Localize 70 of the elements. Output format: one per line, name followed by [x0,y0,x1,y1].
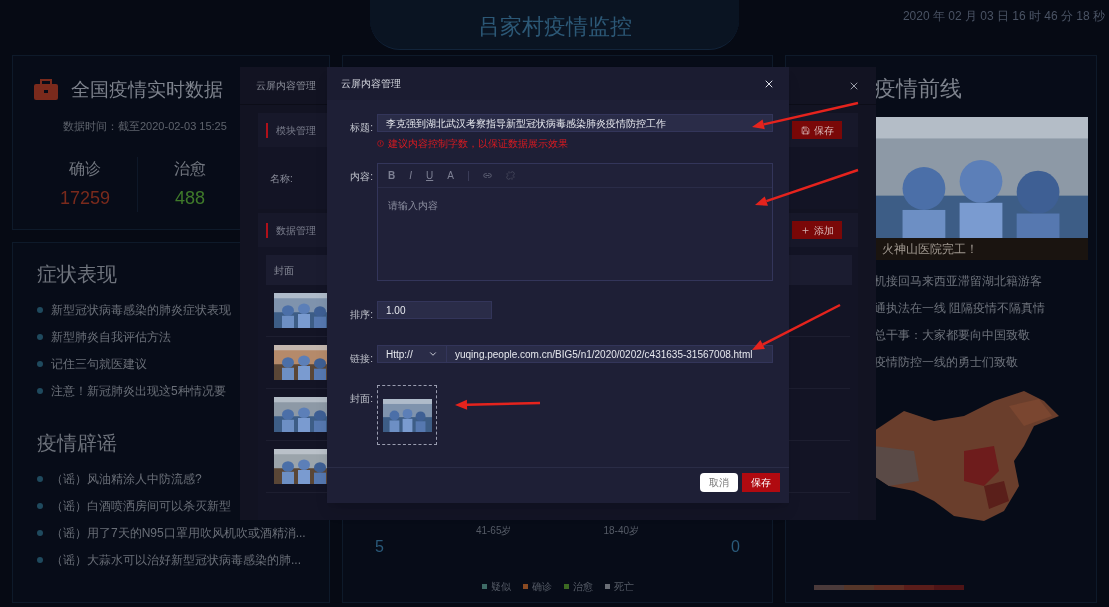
format-button[interactable]: I [409,168,412,183]
rumor-link[interactable]: （谣）大蒜水可以治好新型冠状病毒感染的肺... [51,551,301,569]
section-title: 疫情辟谣 [37,432,117,454]
photo-caption: 火神山医院完工！ [874,238,1088,260]
format-button[interactable]: B [388,168,396,183]
stat-value: 488 [174,186,205,210]
field-label: 链接: [350,353,373,364]
dialog-title: 云屏内容管理 [341,77,401,91]
symptom-link[interactable]: 新型肺炎自我评估方法 [51,328,171,346]
clock-text: 2020 年 02 月 03 日 16 时 46 分 18 秒 [902,8,1105,25]
bullet-icon [37,334,43,340]
stat-label: 治愈 [174,158,206,179]
link-input[interactable]: yuqing.people.com.cn/BIG5/n1/2020/0202/c431635-31567008.html [447,345,773,363]
bullet-icon [37,307,43,313]
save-button[interactable]: 保存 [792,121,842,139]
symptom-link[interactable]: 新型冠状病毒感染的肺炎症状表现 [51,301,231,319]
stat-value: 0 [731,537,740,557]
rumor-link[interactable]: （谣）风油精涂人中防流感? [51,470,202,488]
bullet-icon [37,476,43,482]
format-button[interactable]: A [447,168,454,183]
legend-label: 死亡 [613,580,634,594]
bullet-icon [37,530,43,536]
panel-title: 疫情前线 [874,75,963,103]
save-icon [800,125,810,135]
field-label: 内容: [350,171,373,182]
rumor-link[interactable]: （谣）白酒喷洒房间可以杀灭新型 [51,497,231,515]
dashboard-title: 吕家村疫情监控 [477,13,632,41]
news-link[interactable]: 通执法在一线 阻隔疫情不隔真情 [874,299,1088,317]
legend-label: 确诊 [531,580,552,594]
field-label: 排序: [350,309,373,320]
bullet-icon [37,361,43,367]
panel-title: 全国疫情实时数据 [71,78,223,102]
field-label: 标题: [350,122,373,133]
stat-label: 确诊 [69,158,101,179]
legend-label: 疑似 [490,580,511,594]
section-title: 模块管理 [266,122,316,138]
field-label: 名称: [270,171,293,186]
bullet-icon [37,503,43,509]
symptom-link[interactable]: 记住三句就医建议 [51,355,147,373]
editor-placeholder: 请输入内容 [387,199,439,213]
field-label: 封面: [350,393,373,404]
title-input[interactable]: 李克强到湖北武汉考察指导新型冠状病毒感染肺炎疫情防控工作 [377,114,773,132]
age-label: 41-65岁 [475,524,512,538]
bullet-icon [37,557,43,563]
stat-value: 5 [375,537,384,557]
data-time: 数据时间：截至2020-02-03 15:25 [63,119,227,132]
format-button[interactable]: U [426,168,434,183]
cover-upload[interactable] [377,385,437,445]
sort-input[interactable]: 1.00 [377,301,492,319]
protocol-select[interactable]: Http:// [377,345,447,363]
link-icon[interactable] [482,171,492,180]
section-title: 数据管理 [266,222,316,238]
error-icon [377,140,384,147]
bullet-icon [37,388,43,394]
column-header: 封面 [274,263,294,278]
section-title: 症状表现 [37,263,117,285]
error-message: 建议内容控制字数，以保证数据展示效果 [388,137,568,151]
content-editor[interactable]: B I U A 请输入内容 [377,163,773,281]
rumor-link[interactable]: （谣）用了7天的N95口罩用吹风机吹或酒精消... [51,524,306,542]
age-label: 18-40岁 [603,524,640,538]
add-button[interactable]: 添加 [792,221,842,239]
dialog-title: 云屏内容管理 [256,79,316,93]
legend-label: 治愈 [572,580,593,594]
stat-value: 17259 [59,186,111,210]
caret-icon [428,349,438,359]
plus-icon [800,225,810,235]
save-button[interactable]: 保存 [742,473,780,492]
symptom-link[interactable]: 注意！新冠肺炎出现这5种情况要 [51,382,226,400]
briefcase-icon [33,79,59,102]
cancel-button[interactable]: 取消 [700,473,738,492]
